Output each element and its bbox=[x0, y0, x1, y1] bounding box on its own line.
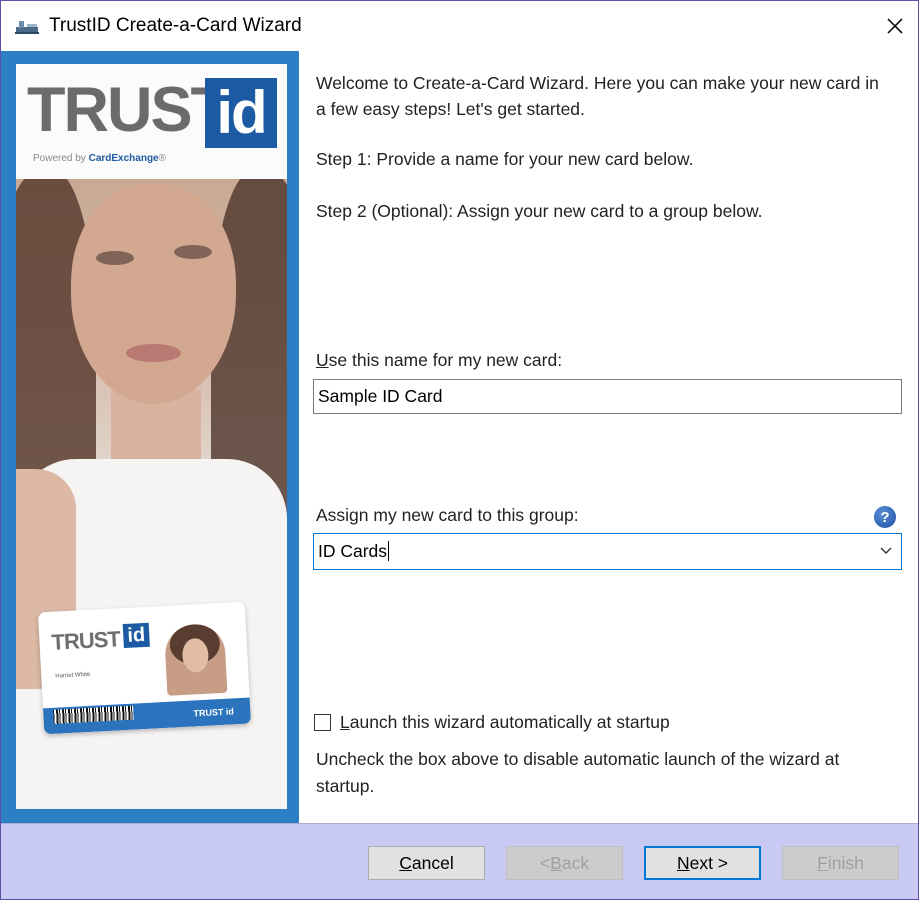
back-button[interactable]: < Back bbox=[506, 846, 623, 880]
logo-trust-text: TRUST bbox=[27, 75, 229, 145]
group-dropdown-value: ID Cards bbox=[318, 541, 390, 561]
close-icon bbox=[887, 18, 903, 34]
wizard-window: TrustID Create-a-Card Wizard TRUST id Po… bbox=[0, 0, 919, 900]
sample-id-card-image: TRUST id Harriet White TRUST id bbox=[37, 601, 252, 735]
title-bar: TrustID Create-a-Card Wizard bbox=[1, 1, 918, 51]
step2-text: Step 2 (Optional): Assign your new card … bbox=[316, 201, 763, 221]
branding-image: TRUST id Powered by CardExchange® TRUST bbox=[16, 64, 287, 809]
launch-at-startup-label[interactable]: Launch this wizard automatically at star… bbox=[340, 712, 670, 733]
trustid-logo: TRUST id Powered by CardExchange® bbox=[16, 64, 287, 179]
cancel-button[interactable]: Cancel bbox=[368, 846, 485, 880]
powered-by-mark: ® bbox=[158, 153, 166, 164]
branding-panel: TRUST id Powered by CardExchange® TRUST bbox=[1, 51, 299, 823]
group-dropdown[interactable]: ID Cards bbox=[313, 533, 902, 570]
card-name-label: Use this name for my new card: bbox=[316, 350, 563, 370]
next-button[interactable]: Next > bbox=[644, 846, 761, 880]
woman-holding-card-photo: TRUST id Harriet White TRUST id bbox=[16, 179, 287, 809]
powered-by-brand: CardExchange bbox=[88, 153, 159, 164]
launch-at-startup-checkbox[interactable] bbox=[314, 713, 331, 731]
group-label: Assign my new card to this group: bbox=[316, 505, 579, 525]
step1-text: Step 1: Provide a name for your new card… bbox=[316, 149, 694, 169]
window-title: TrustID Create-a-Card Wizard bbox=[49, 15, 302, 36]
help-icon[interactable]: ? bbox=[874, 506, 896, 528]
powered-by-text: Powered by CardExchange® bbox=[33, 153, 166, 164]
card-name-input[interactable]: Sample ID Card bbox=[313, 379, 902, 414]
powered-by-label: Powered by bbox=[33, 153, 86, 164]
logo-id-badge: id bbox=[205, 78, 277, 148]
close-button[interactable] bbox=[872, 1, 918, 51]
button-bar: Cancel < Back Next > Finish bbox=[1, 823, 918, 899]
chevron-down-icon[interactable] bbox=[879, 544, 893, 558]
card-printer-icon bbox=[15, 21, 39, 34]
launch-at-startup-row: Launch this wizard automatically at star… bbox=[314, 711, 670, 733]
startup-hint-text: Uncheck the box above to disable automat… bbox=[316, 749, 840, 796]
welcome-text: Welcome to Create-a-Card Wizard. Here yo… bbox=[316, 73, 879, 119]
finish-button[interactable]: Finish bbox=[782, 846, 899, 880]
